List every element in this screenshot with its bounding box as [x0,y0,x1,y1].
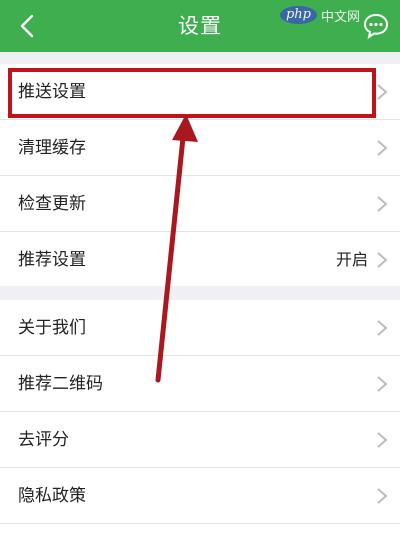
chevron-right-icon [377,376,388,392]
row-label: 隐私政策 [18,486,86,506]
settings-row-check-update[interactable]: 检查更新 [0,176,400,232]
settings-row-clear-cache[interactable]: 清理缓存 [0,120,400,176]
row-label: 关于我们 [18,318,86,338]
row-label: 推送设置 [18,82,86,102]
feedback-button[interactable] [362,12,390,40]
settings-row-privacy[interactable]: 隐私政策 [0,468,400,524]
row-label: 检查更新 [18,194,86,214]
row-label: 推荐二维码 [18,374,103,394]
row-label: 清理缓存 [18,138,86,158]
top-nav-bar: 设置 php 中文网 [0,0,400,52]
chevron-right-icon [377,488,388,504]
chevron-right-icon [377,252,388,268]
watermark-text: 中文网 [320,9,360,25]
chevron-right-icon [377,432,388,448]
row-label: 去评分 [18,430,69,450]
chevron-right-icon [377,320,388,336]
settings-group-secondary: 关于我们 推荐二维码 去评分 隐私政策 [0,300,400,544]
row-label: 推荐设置 [18,250,86,270]
watermark: php 中文网 [279,4,360,26]
settings-row-recommend[interactable]: 推荐设置 开启 [0,232,400,288]
settings-row-about[interactable]: 关于我们 [0,300,400,356]
chat-bubble-icon [363,13,389,40]
settings-row-push[interactable]: 推送设置 [0,64,400,120]
chevron-right-icon [377,196,388,212]
settings-row-rate[interactable]: 去评分 [0,412,400,468]
watermark-logo: php [279,6,317,24]
row-value: 开启 [335,250,368,269]
chevron-right-icon [377,84,388,100]
chevron-right-icon [377,140,388,156]
settings-group-primary: 推送设置 清理缓存 检查更新 推荐设置 开启 [0,64,400,286]
settings-row-qrcode[interactable]: 推荐二维码 [0,356,400,412]
